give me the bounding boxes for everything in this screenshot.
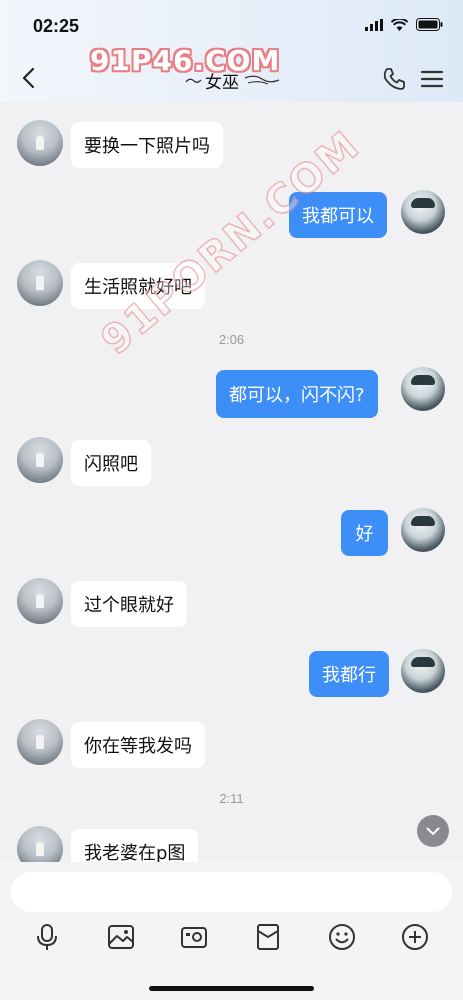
contact-avatar[interactable] — [17, 578, 63, 624]
voice-button[interactable] — [32, 922, 62, 952]
more-actions-button[interactable] — [400, 922, 430, 952]
hamburger-menu-icon — [420, 70, 444, 88]
contact-avatar[interactable] — [17, 260, 63, 306]
incoming-message-bubble[interactable]: 你在等我发吗 — [71, 722, 205, 768]
battery-icon — [416, 18, 443, 31]
outgoing-message-bubble[interactable]: 好 — [341, 510, 388, 556]
incoming-message-bubble[interactable]: 过个眼就好 — [71, 581, 187, 627]
back-button[interactable] — [14, 64, 42, 92]
title-swirl-left-icon — [185, 78, 202, 83]
incoming-message-bubble[interactable]: 生活照就好吧 — [71, 263, 205, 309]
camera-icon — [181, 927, 207, 948]
phone-icon — [383, 68, 405, 90]
emoji-icon — [329, 924, 355, 950]
my-avatar[interactable] — [401, 190, 445, 234]
wifi-icon — [391, 18, 408, 31]
message-timestamp: 2:11 — [219, 791, 244, 806]
input-area — [0, 862, 463, 1000]
red-packet-icon — [257, 924, 279, 950]
contact-avatar[interactable] — [17, 437, 63, 483]
cellular-signal-icon — [365, 18, 383, 31]
image-icon — [108, 925, 134, 949]
more-menu-button[interactable] — [419, 66, 445, 92]
my-avatar[interactable] — [401, 367, 445, 411]
chevron-left-icon — [22, 67, 35, 89]
watermark-logo: 91P46.COM — [90, 44, 281, 77]
contact-avatar[interactable] — [17, 826, 63, 862]
my-avatar[interactable] — [401, 649, 445, 693]
emoji-button[interactable] — [327, 922, 357, 952]
incoming-message-bubble[interactable]: 要换一下照片吗 — [71, 122, 223, 168]
scroll-to-bottom-button[interactable] — [417, 815, 449, 847]
camera-button[interactable] — [179, 922, 209, 952]
chevron-down-icon — [426, 827, 440, 835]
message-timestamp: 2:06 — [218, 332, 245, 347]
status-icons — [365, 18, 443, 31]
voice-call-button[interactable] — [381, 66, 407, 92]
incoming-message-bubble[interactable]: 闪照吧 — [71, 440, 151, 486]
red-packet-button[interactable] — [253, 922, 283, 952]
microphone-icon — [37, 924, 57, 950]
outgoing-message-bubble[interactable]: 我都可以 — [289, 192, 387, 238]
status-time: 02:25 — [33, 16, 80, 36]
album-button[interactable] — [106, 922, 136, 952]
contact-avatar[interactable] — [17, 719, 63, 765]
contact-avatar[interactable] — [17, 120, 63, 166]
home-indicator[interactable] — [149, 986, 314, 991]
message-input[interactable] — [11, 872, 452, 912]
incoming-message-bubble[interactable]: 我老婆在p图 — [71, 829, 199, 862]
plus-icon — [402, 924, 428, 950]
outgoing-message-bubble[interactable]: 都可以，闪不闪? — [216, 370, 378, 418]
my-avatar[interactable] — [401, 508, 445, 552]
outgoing-message-bubble[interactable]: 我都行 — [309, 651, 389, 697]
chat-message-list[interactable]: 要换一下照片吗 我都可以 生活照就好吧 2:06 都可以，闪不闪? 闪照吧 好 … — [0, 102, 463, 862]
